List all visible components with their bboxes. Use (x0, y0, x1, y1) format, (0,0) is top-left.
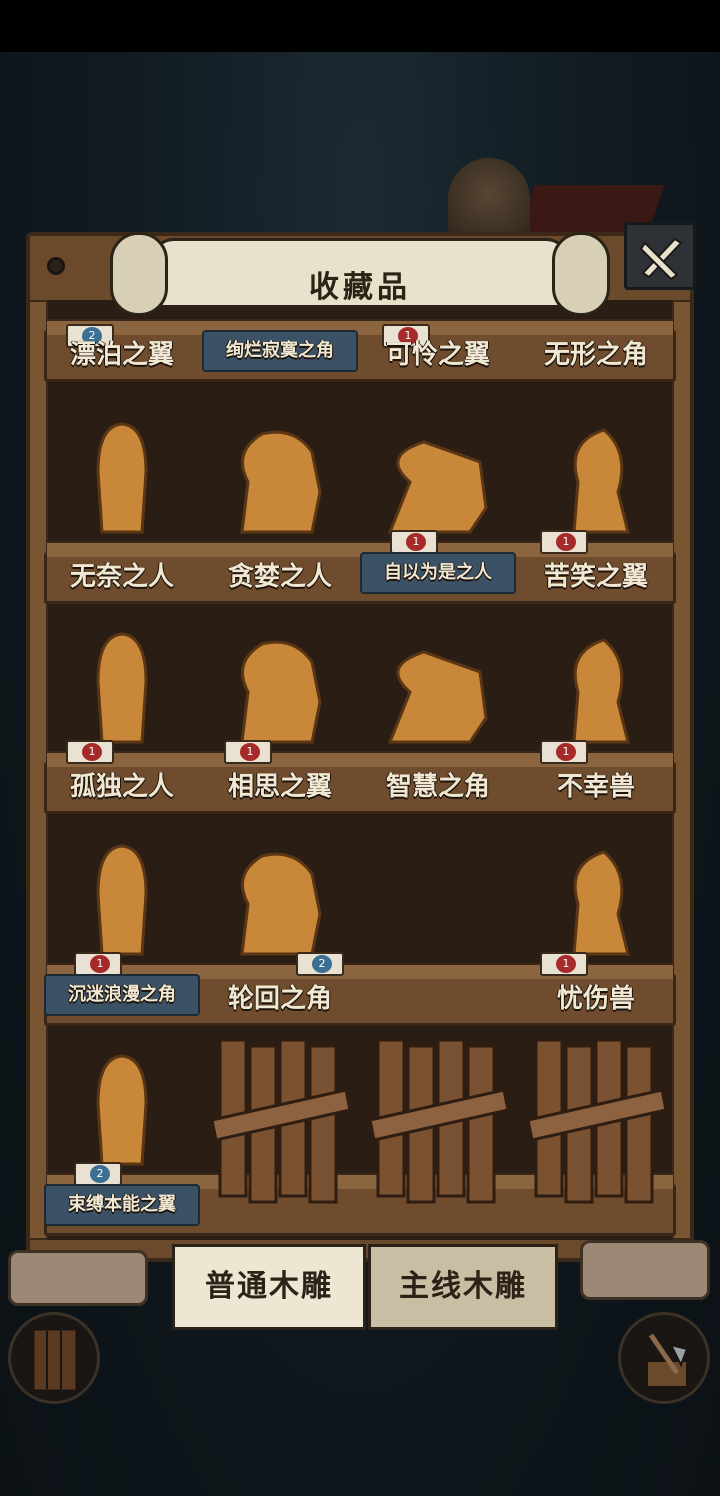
carving-item[interactable]: 1 孤独之人 (44, 622, 200, 812)
carving-item[interactable]: 1 相思之翼 (202, 622, 358, 812)
wood-carving-figure (96, 632, 148, 744)
wood-carving-figure (387, 440, 488, 534)
carving-item[interactable]: 1 自以为是之人 (360, 412, 516, 602)
count-badge: 1 (540, 952, 588, 976)
count-badge: 1 (66, 740, 114, 764)
carving-name: 相思之翼 (227, 772, 332, 802)
door-icon (31, 1327, 79, 1393)
carving-name: 孤独之人 (69, 772, 174, 802)
rock-pile-right (580, 1240, 710, 1300)
count-badge-value: 2 (312, 955, 332, 973)
status-bar (0, 0, 720, 52)
carving-name: 不幸兽 (556, 772, 635, 802)
count-badge: 1 (74, 952, 122, 976)
locked-slot (210, 1034, 352, 1204)
carving-item[interactable]: 无形之角 (518, 190, 674, 380)
wood-carving-figure (96, 844, 148, 956)
carving-name: 苦笑之翼 (543, 562, 648, 592)
wood-carving-figure (96, 1054, 148, 1166)
carving-name: 可怜之翼 (385, 340, 490, 370)
carving-item[interactable]: 贪婪之人 (202, 412, 358, 602)
carving-name: 智慧之角 (385, 772, 490, 802)
carving-item[interactable]: 1 沉迷浪漫之角 (44, 834, 200, 1024)
boarded-planks-icon (368, 1038, 510, 1204)
carving-name: 无形之角 (543, 340, 648, 370)
carving-item[interactable]: 智慧之角 (360, 622, 516, 812)
carving-name: 漂泊之翼 (69, 340, 174, 370)
count-badge-value: 1 (90, 955, 110, 973)
wood-carving-figure (387, 650, 488, 744)
locked-slot (526, 1034, 668, 1204)
wood-carving-figure (572, 428, 630, 534)
tab-main-carving-label: 主线木雕 (399, 1269, 527, 1304)
count-badge: 2 (296, 952, 344, 976)
count-badge-value: 1 (240, 743, 260, 761)
carving-name: 沉迷浪漫之角 (44, 974, 200, 1016)
count-badge-value: 1 (556, 955, 576, 973)
count-badge: 1 (540, 740, 588, 764)
carving-item[interactable]: 1 不幸兽 (518, 622, 674, 812)
count-badge-value: 1 (556, 743, 576, 761)
carving-name: 束缚本能之翼 (44, 1184, 200, 1226)
carving-name: 贪婪之人 (227, 562, 332, 592)
carving-name: 自以为是之人 (360, 552, 516, 594)
count-badge: 1 (540, 530, 588, 554)
wood-carving-figure (572, 850, 630, 956)
count-badge: 2 (74, 1162, 122, 1186)
axe-button[interactable] (618, 1312, 710, 1404)
boarded-planks-icon (210, 1038, 352, 1204)
carving-item[interactable]: 2 束缚本能之翼 (44, 1044, 200, 1234)
wood-carving-figure (96, 422, 148, 534)
locked-slot (368, 1034, 510, 1204)
carving-name: 忧伤兽 (556, 984, 635, 1014)
count-badge-value: 2 (90, 1165, 110, 1183)
door-button[interactable] (8, 1312, 100, 1404)
wood-carving-figure (240, 640, 322, 744)
rock-pile-left (8, 1250, 148, 1306)
tab-normal-carving[interactable]: 普通木雕 (172, 1244, 366, 1330)
tab-normal-carving-label: 普通木雕 (205, 1269, 333, 1304)
carving-item[interactable]: 2 漂泊之翼 (44, 190, 200, 380)
wood-carving-figure (240, 852, 322, 956)
carving-name: 绚烂寂寞之角 (202, 330, 358, 372)
count-badge-value: 1 (406, 533, 426, 551)
carving-name: 轮回之角 (227, 984, 332, 1014)
axe-icon (646, 1333, 689, 1388)
boarded-planks-icon (526, 1038, 668, 1204)
wood-carving-figure (572, 638, 630, 744)
count-badge: 1 (390, 530, 438, 554)
count-badge-value: 1 (556, 533, 576, 551)
count-badge: 1 (224, 740, 272, 764)
carving-item[interactable]: 1 苦笑之翼 (518, 412, 674, 602)
carving-item[interactable]: 1 忧伤兽 (518, 834, 674, 1024)
carving-name: 无奈之人 (69, 562, 174, 592)
tab-main-carving[interactable]: 主线木雕 (368, 1244, 558, 1330)
count-badge-value: 1 (82, 743, 102, 761)
wood-carving-figure (240, 430, 322, 534)
carving-item[interactable]: 2 轮回之角 (202, 834, 358, 1024)
carving-item[interactable]: 1 可怜之翼 (360, 190, 516, 380)
carving-item[interactable]: 无奈之人 (44, 412, 200, 602)
carving-item[interactable]: 绚烂寂寞之角 (202, 190, 358, 380)
